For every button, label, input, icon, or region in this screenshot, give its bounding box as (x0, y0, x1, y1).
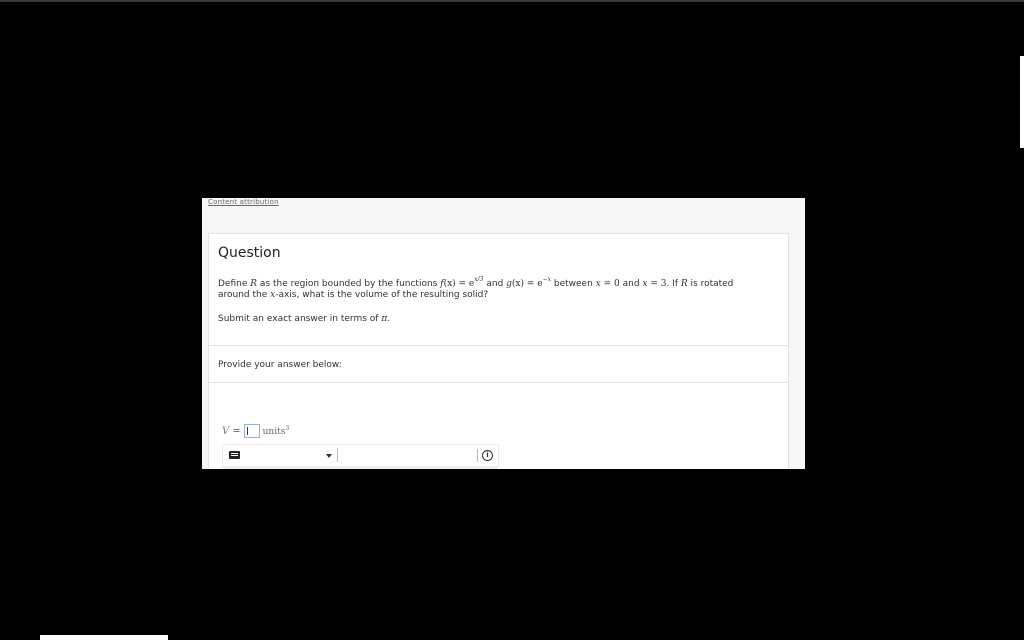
bottom-edge-panel (40, 635, 168, 640)
math-expr: (x) = e (511, 279, 543, 289)
toolbar-separator (477, 449, 478, 462)
math-expr: (x) = e (443, 279, 475, 289)
text: . (387, 314, 391, 324)
units-exponent: 3 (285, 425, 290, 432)
divider (209, 382, 788, 383)
math-input-toolbar: i (222, 444, 499, 467)
submit-instruction: Submit an exact answer in terms of π. (218, 314, 390, 324)
answer-prompt: Provide your answer below: (218, 360, 342, 370)
units-text: units (262, 427, 286, 437)
text: is rotated (687, 279, 734, 289)
text: around the (218, 290, 271, 300)
answer-input[interactable] (243, 424, 260, 438)
question-text-line-1: Define R as the region bounded by the fu… (218, 276, 733, 289)
text: as the region bounded by the functions (257, 279, 441, 289)
math-var: R (250, 279, 258, 289)
question-text-line-2: around the x-axis, what is the volume of… (218, 290, 488, 300)
question-card: Question Define R as the region bounded … (208, 233, 789, 469)
toolbar-underline (222, 466, 497, 469)
top-border (0, 0, 1024, 2)
chevron-down-icon[interactable] (326, 454, 332, 458)
question-title: Question (218, 245, 281, 261)
answer-row: V = units3 (222, 423, 289, 439)
content-frame: Content attribution Question Define R as… (202, 198, 805, 469)
right-edge-panel (1020, 56, 1024, 148)
units-label: units3 (263, 425, 290, 437)
math-var: R (680, 279, 688, 289)
text: and (483, 279, 507, 289)
text: . If (666, 279, 681, 289)
text: and (619, 279, 643, 289)
divider (209, 345, 788, 346)
math-expr: = 3 (647, 279, 667, 289)
toolbar-separator (337, 449, 338, 462)
equals-sign: = (232, 425, 241, 437)
answer-variable: V (222, 425, 230, 437)
text: Submit an exact answer in terms of (218, 314, 382, 324)
math-expr: = 0 (600, 279, 620, 289)
text: -axis, what is the volume of the resulti… (275, 290, 489, 300)
content-attribution-link[interactable]: Content attribution (208, 198, 279, 206)
text: Define (218, 279, 251, 289)
math-exponent: −x (542, 276, 552, 283)
info-icon[interactable]: i (482, 450, 493, 461)
text: between (551, 279, 596, 289)
keyboard-icon[interactable] (229, 451, 240, 459)
